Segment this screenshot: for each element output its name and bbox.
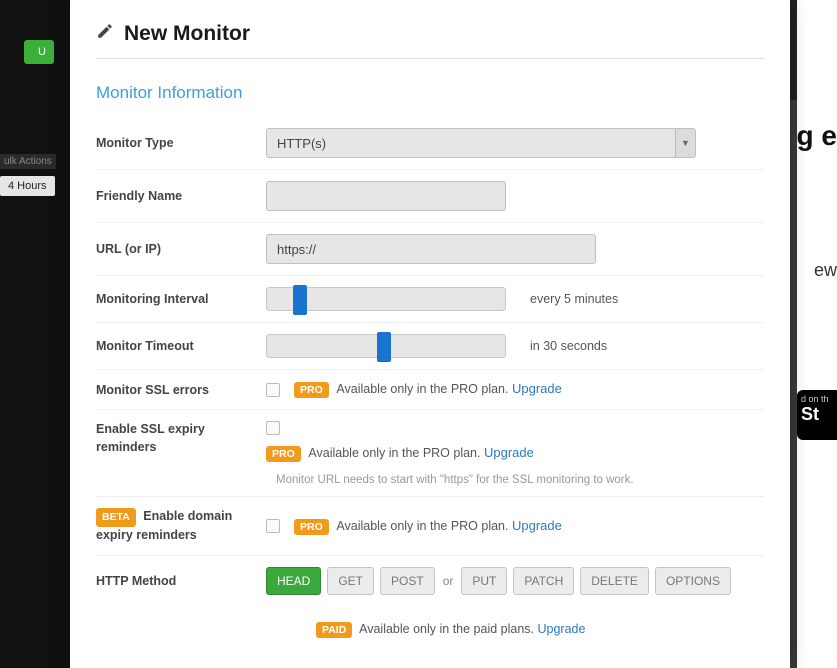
label-timeout: Monitor Timeout <box>96 339 266 353</box>
row-ssl-expiry: Enable SSL expiry reminders PRO Availabl… <box>96 410 764 466</box>
row-interval: Monitoring Interval every 5 minutes <box>96 276 764 323</box>
new-monitor-modal: New Monitor Monitor Information Monitor … <box>70 0 790 668</box>
row-monitor-type: Monitor Type HTTP(s) ▼ <box>96 117 764 170</box>
pro-text: Available only in the PRO plan. <box>308 446 484 460</box>
pro-badge: PRO <box>266 446 301 462</box>
row-timeout: Monitor Timeout in 30 seconds <box>96 323 764 370</box>
interval-slider[interactable] <box>266 287 506 311</box>
ssl-https-note: Monitor URL needs to start with "https" … <box>276 474 764 486</box>
bg-right <box>797 0 837 668</box>
timeout-slider[interactable] <box>266 334 506 358</box>
bg-right-sub-text: ew <box>814 260 837 281</box>
label-http-method: HTTP Method <box>96 574 266 588</box>
modal-title: New Monitor <box>96 22 764 59</box>
interval-caption: every 5 minutes <box>530 292 618 306</box>
label-ssl-expiry: Enable SSL expiry reminders <box>96 421 266 456</box>
http-method-group: HEAD GET POST or PUT PATCH DELETE OPTION… <box>266 567 731 595</box>
label-interval: Monitoring Interval <box>96 292 266 306</box>
http-method-options[interactable]: OPTIONS <box>655 567 731 595</box>
upgrade-link[interactable]: Upgrade <box>537 622 585 636</box>
row-url: URL (or IP) <box>96 223 764 276</box>
label-ssl-errors: Monitor SSL errors <box>96 383 266 397</box>
monitor-type-select-wrap[interactable]: HTTP(s) ▼ <box>266 128 696 158</box>
interval-slider-thumb[interactable] <box>293 285 307 315</box>
row-ssl-errors: Monitor SSL errors PRO Available only in… <box>96 370 764 410</box>
paid-plans-note: PAID Available only in the paid plans. U… <box>316 622 764 638</box>
http-method-post[interactable]: POST <box>380 567 435 595</box>
bg-left <box>0 0 70 668</box>
friendly-name-input[interactable] <box>266 181 506 211</box>
row-http-method: HTTP Method HEAD GET POST or PUT PATCH D… <box>96 556 764 606</box>
label-url: URL (or IP) <box>96 242 266 256</box>
timeout-caption: in 30 seconds <box>530 339 607 353</box>
pro-badge: PRO <box>294 382 329 398</box>
upgrade-link[interactable]: Upgrade <box>512 518 562 533</box>
bg-right-hero-text: g e <box>797 120 837 152</box>
http-method-get[interactable]: GET <box>327 567 374 595</box>
row-domain-expiry: BETA Enable domain expiry reminders PRO … <box>96 497 764 556</box>
timeout-slider-thumb[interactable] <box>377 332 391 362</box>
pro-badge: PRO <box>294 519 329 535</box>
pro-text: Available only in the PRO plan. <box>336 519 512 533</box>
ssl-expiry-checkbox[interactable] <box>266 421 280 435</box>
label-domain-expiry: BETA Enable domain expiry reminders <box>96 508 266 544</box>
modal-title-text: New Monitor <box>124 22 250 46</box>
label-monitor-type: Monitor Type <box>96 136 266 150</box>
edit-icon <box>96 22 114 46</box>
row-friendly-name: Friendly Name <box>96 170 764 223</box>
upgrade-link[interactable]: Upgrade <box>512 381 562 396</box>
label-friendly-name: Friendly Name <box>96 189 266 203</box>
bg-store-badge: d on th St <box>797 390 837 440</box>
http-or-text: or <box>443 574 454 588</box>
http-method-head[interactable]: HEAD <box>266 567 321 595</box>
url-input[interactable] <box>266 234 596 264</box>
pro-text: Available only in the PRO plan. <box>336 382 512 396</box>
upgrade-link[interactable]: Upgrade <box>484 445 534 460</box>
paid-badge: PAID <box>316 622 352 638</box>
http-method-patch[interactable]: PATCH <box>513 567 574 595</box>
section-monitor-information: Monitor Information <box>96 83 764 103</box>
bg-bulk-actions: ulk Actions <box>0 154 56 169</box>
ssl-errors-checkbox[interactable] <box>266 383 280 397</box>
beta-badge: BETA <box>96 508 136 527</box>
http-method-delete[interactable]: DELETE <box>580 567 649 595</box>
bg-hours-chip: 4 Hours <box>0 176 55 196</box>
domain-expiry-checkbox[interactable] <box>266 519 280 533</box>
monitor-type-select[interactable]: HTTP(s) <box>266 128 696 158</box>
http-method-put[interactable]: PUT <box>461 567 507 595</box>
bg-upgrade-button[interactable]: U <box>24 40 54 64</box>
